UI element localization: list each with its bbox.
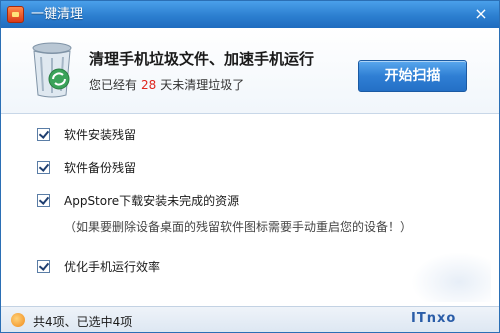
checkbox[interactable] — [37, 194, 50, 207]
title-bar: 一键清理 × — [1, 1, 499, 28]
days-prefix: 您已经有 — [89, 78, 138, 92]
headline: 清理手机垃圾文件、加速手机运行 — [89, 50, 315, 68]
checkbox[interactable] — [37, 161, 50, 174]
cleanup-options: 软件安装残留 软件备份残留 AppStore下载安装未完成的资源 （如果要删除设… — [1, 114, 499, 306]
cleanup-window: 一键清理 × 清理手机垃圾文件、加速手机运行 您已经有 28 天未清理垃圾了 开始扫… — [0, 0, 500, 333]
days-count: 28 — [141, 78, 157, 92]
watermark-logo — [411, 252, 491, 302]
app-logo-icon — [7, 6, 24, 23]
site-logo: ITnxo — [411, 311, 457, 326]
selection-count: 共4项、已选中4项 — [33, 315, 133, 329]
status-bar: 共4项、已选中4项 ITnxo — [1, 306, 499, 332]
header-panel: 清理手机垃圾文件、加速手机运行 您已经有 28 天未清理垃圾了 开始扫描 — [1, 28, 499, 114]
status-info-icon — [11, 313, 25, 327]
checkbox[interactable] — [37, 128, 50, 141]
option-label: 软件备份残留 — [64, 161, 137, 175]
days-suffix: 天未清理垃圾了 — [160, 78, 245, 92]
start-scan-button[interactable]: 开始扫描 — [358, 60, 467, 92]
days-since-clean: 您已经有 28 天未清理垃圾了 — [89, 76, 244, 93]
trash-can-icon — [32, 42, 72, 98]
option-label: 优化手机运行效率 — [64, 260, 161, 274]
window-title: 一键清理 — [31, 7, 84, 22]
option-label: 软件安装残留 — [64, 128, 137, 142]
checkbox[interactable] — [37, 260, 50, 273]
close-button[interactable]: × — [471, 5, 491, 23]
restart-note: （如果要删除设备桌面的残留软件图标需要手动重启您的设备！） — [64, 220, 413, 234]
option-label: AppStore下载安装未完成的资源 — [64, 194, 240, 208]
